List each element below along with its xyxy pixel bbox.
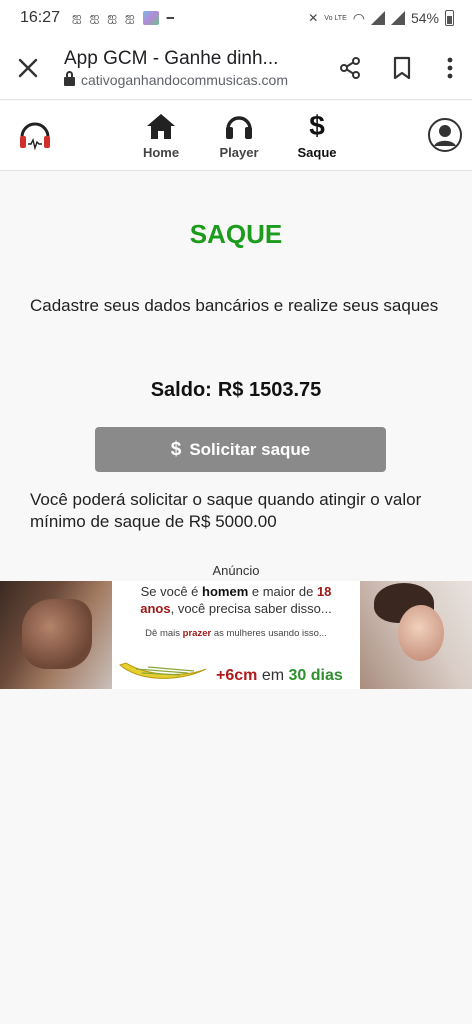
home-icon [147, 114, 175, 139]
volte-icon: Vo LTE [324, 14, 347, 22]
more-vert-icon [447, 57, 453, 78]
notification-icon: ஐ [124, 10, 135, 24]
signal-icon [370, 11, 385, 25]
bookmark-icon [393, 56, 411, 79]
page-heading: SAQUE [189, 219, 283, 249]
address-bar[interactable]: App GCM - Ganhe dinh... cativoganhandoco… [56, 48, 324, 88]
nav-home-label: Home [142, 145, 180, 160]
wifi-icon: ◠ [352, 9, 365, 26]
ad-banner[interactable]: Se você é homem e maior de 18 anos, você… [0, 581, 472, 689]
app-logo-icon[interactable] [17, 117, 53, 153]
balance: Saldo: R$ 1503.75 [0, 379, 472, 402]
intro-text: Cadastre seus dados bancários e realize … [30, 296, 439, 315]
ad-headline: Se você é homem e maior de 18 anos, você… [140, 584, 332, 616]
request-withdrawal-label: Solicitar saque [189, 439, 311, 459]
battery-percent: 54% [410, 10, 439, 26]
close-tab-button[interactable] [0, 36, 56, 100]
more-notifications-icon: ━ [166, 11, 174, 25]
dollar-icon: $ [170, 438, 182, 460]
ad-image-right [360, 581, 472, 689]
share-button[interactable] [324, 36, 376, 100]
bookmark-button[interactable] [376, 36, 428, 100]
battery-icon [445, 10, 454, 26]
notification-icon: ஐ [89, 10, 100, 24]
dollar-icon: $ [309, 110, 325, 141]
request-withdrawal-button[interactable]: $ Solicitar saque [95, 427, 386, 472]
url-text: cativoganhandocommusicas.com [81, 71, 288, 88]
nav-saque[interactable]: $ Saque [285, 111, 349, 165]
notification-icon: ஐ [107, 10, 117, 24]
browser-toolbar: App GCM - Ganhe dinh... cativoganhandoco… [0, 36, 472, 100]
account-icon[interactable] [427, 117, 463, 153]
nav-player-label: Player [219, 145, 259, 160]
status-bar: 16:27 ஐ ஐ ஐ ஐ ━ ✕ Vo LTE ◠ 54% [0, 0, 472, 36]
balance-label: Saldo: [150, 379, 212, 401]
status-time: 16:27 [20, 9, 61, 26]
ad-text-area: Se você é homem e maior de 18 anos, você… [112, 581, 360, 689]
minimum-withdrawal-note: Você poderá solicitar o saque quando ati… [30, 490, 422, 531]
mute-icon: ✕ [308, 11, 319, 25]
share-icon [340, 56, 360, 79]
lock-icon [64, 71, 75, 86]
close-icon [18, 58, 38, 77]
ad-subline: Dê mais prazer as mulheres usando isso..… [145, 628, 327, 639]
banana-image [119, 662, 207, 679]
notification-icon: ஐ [72, 10, 82, 24]
nav-player[interactable]: Player [207, 111, 271, 165]
signal-icon [390, 11, 405, 25]
page-title: App GCM - Ganhe dinh... [64, 47, 279, 69]
nav-saque-label: Saque [297, 145, 337, 160]
nav-home[interactable]: Home [129, 111, 193, 165]
ad-claim: +6cm em 30 dias [216, 667, 343, 684]
menu-button[interactable] [428, 36, 472, 100]
headphones-icon [226, 116, 252, 139]
gallery-icon [142, 11, 159, 25]
balance-value: R$ 1503.75 [217, 379, 322, 401]
ad-image-left [0, 581, 112, 689]
app-navbar: Home Player $ Saque [0, 101, 472, 171]
ad-label: Anúncio [212, 563, 260, 578]
